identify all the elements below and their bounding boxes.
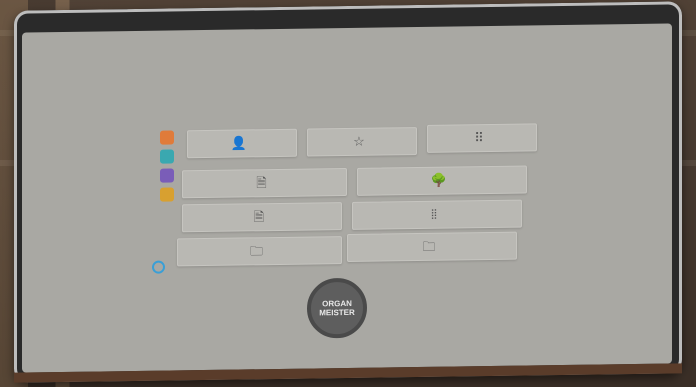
pipes-icon: ⦙⦙	[431, 207, 437, 223]
app-icon-4[interactable]	[160, 187, 174, 202]
document-tile-1[interactable]: 🗎	[182, 168, 347, 199]
logo-line-1: ORGAN	[322, 298, 352, 309]
folder-icon: 🗀	[422, 239, 436, 255]
combinations-tile[interactable]: ⠿	[427, 123, 537, 153]
tree-tile[interactable]: 🌳	[357, 165, 527, 196]
folder-tile-2[interactable]: 🗀	[347, 231, 517, 263]
folder-tile-1[interactable]: 🗀	[177, 236, 342, 267]
app-icons	[160, 130, 180, 206]
screen: 👤 ☆ ⠿ 🗎 🗎 🗀 🌳 ⦙⦙ 🗀 ORGAN MEISTER	[22, 23, 672, 373]
favorites-tile[interactable]: ☆	[307, 127, 417, 157]
app-icon-2[interactable]	[160, 149, 174, 164]
logo-line-2: MEISTER	[319, 307, 355, 318]
document-tile-2[interactable]: 🗎	[182, 202, 342, 233]
document-icon: 🗎	[253, 209, 265, 225]
organ-meister-logo: ORGAN MEISTER	[307, 277, 367, 339]
footer	[222, 358, 502, 362]
app-icon-1[interactable]	[160, 130, 174, 145]
grid-icon: ⠿	[474, 130, 484, 146]
folder-icon: 🗀	[249, 243, 263, 259]
power-icon[interactable]	[152, 260, 165, 274]
monitor: 👤 ☆ ⠿ 🗎 🗎 🗀 🌳 ⦙⦙ 🗀 ORGAN MEISTER	[14, 1, 682, 383]
document-icon: 🗎	[256, 175, 267, 191]
tree-icon: 🌳	[430, 173, 448, 189]
app-icon-3[interactable]	[160, 168, 174, 183]
profile-tile[interactable]: 👤	[187, 128, 297, 159]
user-icon: 👤	[230, 135, 248, 152]
star-icon: ☆	[353, 134, 365, 150]
pipes-tile[interactable]: ⦙⦙	[352, 199, 522, 230]
